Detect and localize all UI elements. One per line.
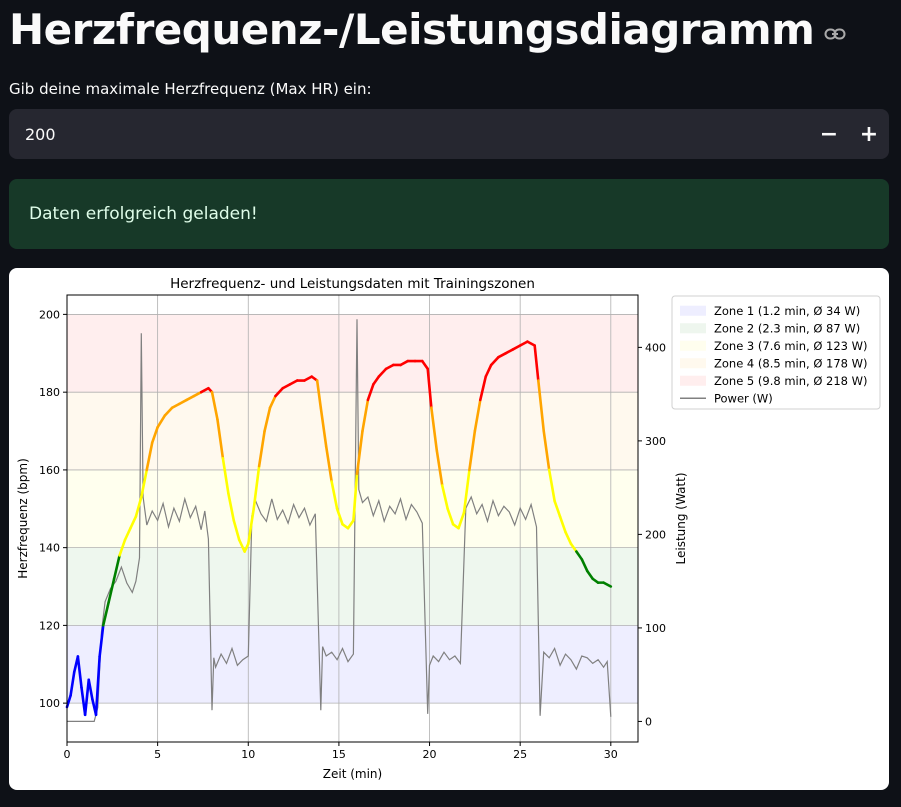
x-tick-label: 30 [604, 748, 618, 761]
x-tick-label: 0 [64, 748, 71, 761]
page-title: Herzfrequenz-/Leistungsdiagramm [9, 5, 815, 54]
chart-title: Herzfrequenz- und Leistungsdaten mit Tra… [170, 276, 535, 292]
success-message: Daten erfolgreich geladen! [29, 204, 258, 224]
increment-button[interactable]: + [849, 109, 889, 159]
y-right-tick-label: 300 [645, 435, 666, 448]
success-alert: Daten erfolgreich geladen! [9, 179, 889, 249]
decrement-button[interactable]: − [809, 109, 849, 159]
legend-entry-label: Zone 3 (7.6 min, Ø 123 W) [714, 339, 868, 353]
y-left-tick-label: 160 [39, 464, 60, 477]
max-hr-label: Gib deine maximale Herzfrequenz (Max HR)… [9, 80, 372, 98]
legend-entry-label: Zone 5 (9.8 min, Ø 218 W) [714, 374, 868, 388]
y-left-tick-label: 100 [39, 697, 60, 710]
legend-swatch [680, 358, 706, 369]
legend-swatch [680, 323, 706, 334]
hr-power-chart: 0 5 10 15 20 25 30 100 120 140 160 180 200 0 100 200 300… [16, 276, 881, 781]
y-left-tick-label: 200 [39, 308, 60, 321]
y-left-tick-label: 180 [39, 386, 60, 399]
x-tick-label: 5 [154, 748, 161, 761]
chart-card: 0 5 10 15 20 25 30 100 120 140 160 180 200 0 100 200 300… [9, 268, 889, 790]
zone-band-2 [67, 547, 638, 626]
y-left-tick-label: 140 [39, 542, 60, 555]
app-root: Herzfrequenz-/Leistungsdiagramm Gib dein… [0, 0, 901, 807]
x-tick-label: 15 [332, 748, 346, 761]
x-tick-label: 20 [423, 748, 437, 761]
max-hr-number-input: − + [9, 109, 889, 159]
legend-power-label: Power (W) [714, 391, 773, 405]
zone-band-4 [67, 392, 638, 470]
zone-band-1 [67, 625, 638, 704]
x-axis-label: Zeit (min) [323, 767, 382, 781]
legend-entry-label: Zone 4 (8.5 min, Ø 178 W) [714, 356, 868, 370]
y-left-tick-label: 120 [39, 619, 60, 632]
y-right-tick-label: 100 [645, 622, 666, 635]
legend-swatch [680, 305, 706, 316]
legend-entry-label: Zone 2 (2.3 min, Ø 87 W) [714, 321, 860, 335]
legend-swatch [680, 375, 706, 386]
y-right-tick-label: 0 [645, 715, 652, 728]
y-left-axis-label: Herzfrequenz (bpm) [16, 458, 30, 579]
link-icon-svg [824, 28, 846, 40]
x-tick-label: 10 [241, 748, 255, 761]
legend-entry-label: Zone 1 (1.2 min, Ø 34 W) [714, 304, 860, 318]
y-right-tick-label: 400 [645, 341, 666, 354]
max-hr-input[interactable] [9, 123, 809, 145]
title-row: Herzfrequenz-/Leistungsdiagramm [9, 2, 846, 58]
x-tick-label: 25 [513, 748, 527, 761]
y-right-axis-label: Leistung (Watt) [674, 472, 688, 564]
link-icon[interactable] [824, 27, 846, 41]
legend-swatch [680, 340, 706, 351]
zone-band-5 [67, 314, 638, 393]
y-right-tick-label: 200 [645, 528, 666, 541]
